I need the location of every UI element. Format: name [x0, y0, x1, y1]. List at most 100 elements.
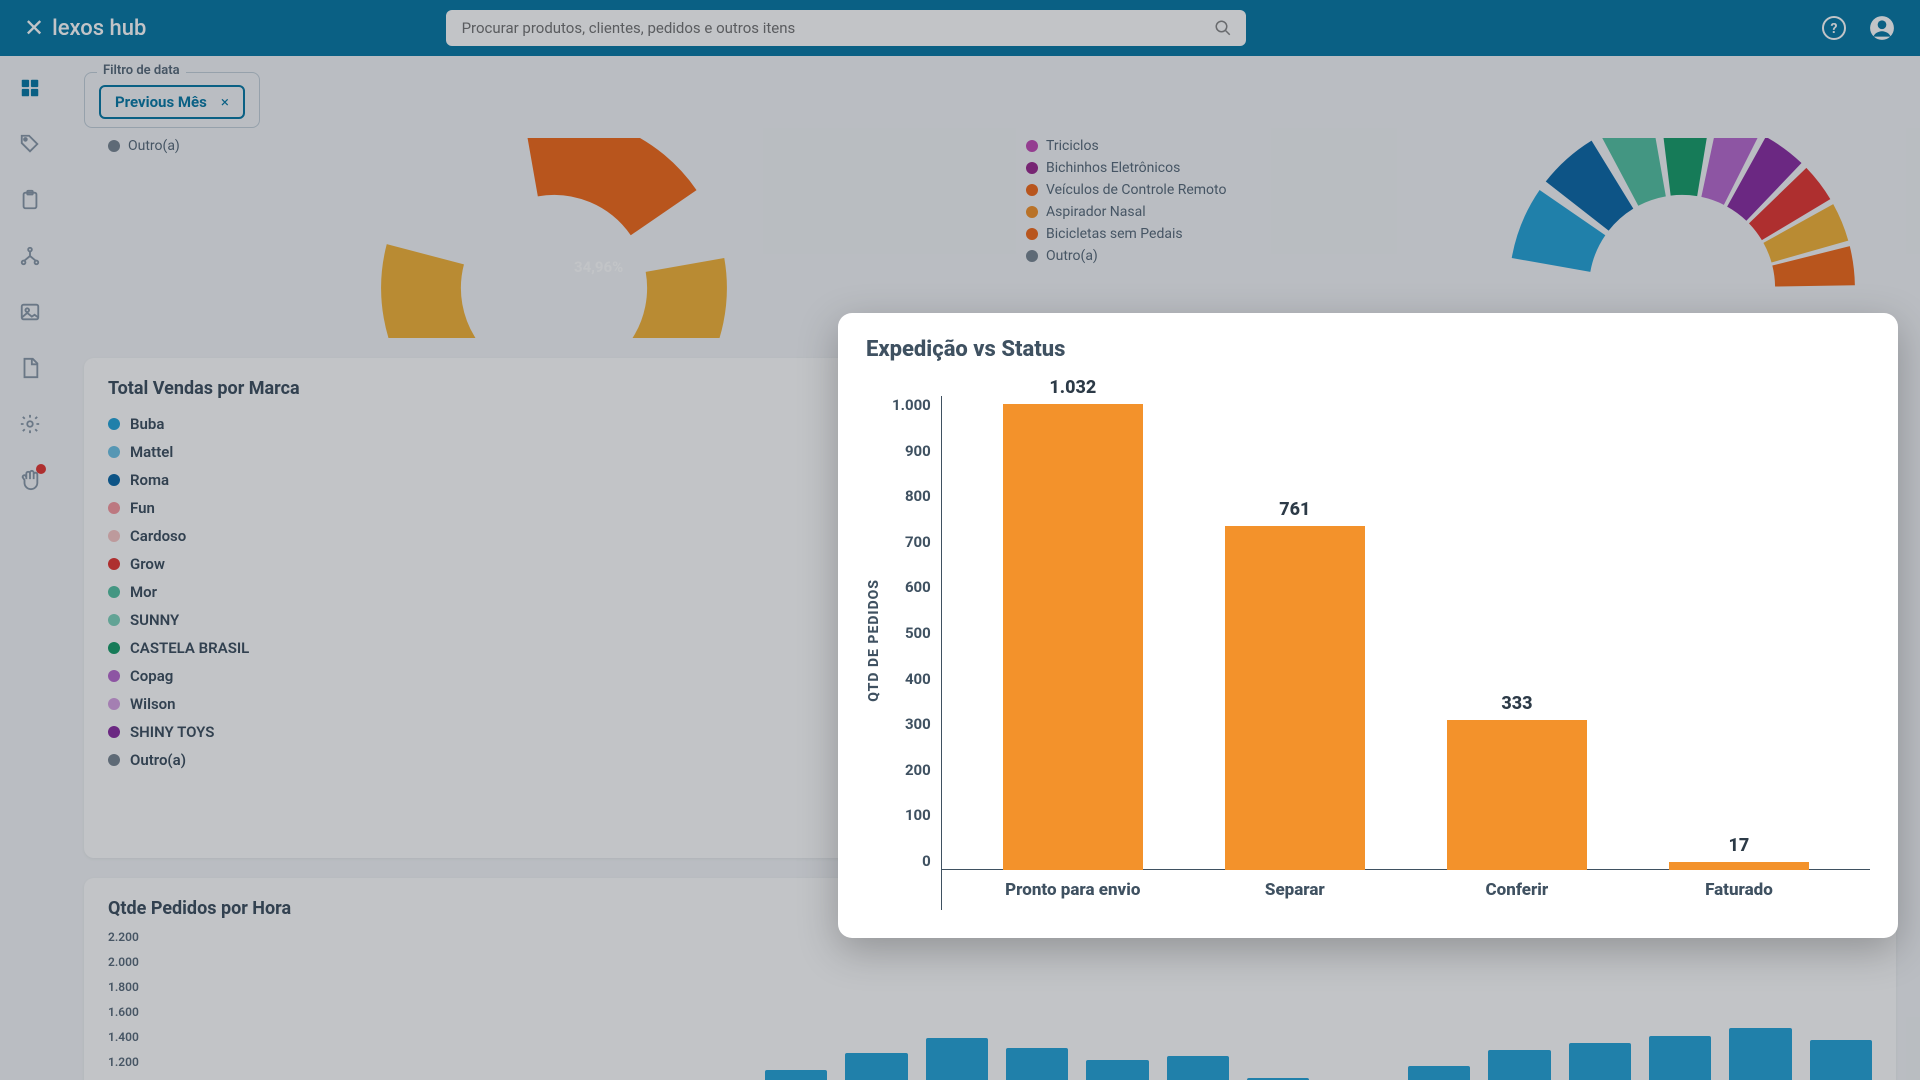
hourly-yticks: 2.2002.0001.8001.6001.4001.200 [108, 930, 139, 1069]
legend-label: Mor [130, 583, 157, 601]
legend-item: Bicicletas sem Pedais [1026, 226, 1226, 242]
bar-rect [1669, 862, 1809, 870]
ytick-label: 200 [892, 761, 931, 779]
top-left-legend: Outro(a) [108, 138, 180, 154]
half-donut-left [364, 138, 744, 338]
legend-item: Veículos de Controle Remoto [1026, 182, 1226, 198]
date-filter: Filtro de data Previous Mês × [84, 72, 260, 128]
bar-rect [1447, 720, 1587, 870]
hourly-bar [765, 1070, 827, 1080]
legend-label: SHINY TOYS [130, 723, 214, 741]
bar-value-label: 17 [1729, 835, 1750, 856]
date-filter-clear-icon[interactable]: × [221, 93, 229, 111]
search-input[interactable] [446, 10, 1246, 46]
nav-document-icon[interactable] [16, 354, 44, 382]
legend-label: Outro(a) [130, 751, 186, 769]
svg-text:?: ? [1831, 21, 1838, 37]
logo-mark-icon: ✕ [24, 14, 44, 42]
account-icon[interactable] [1868, 14, 1896, 42]
legend-dot-icon [108, 726, 120, 738]
left-nav [0, 56, 60, 1080]
legend-dot-icon [1026, 162, 1038, 174]
search-icon[interactable] [1214, 19, 1232, 37]
nav-image-icon[interactable] [16, 298, 44, 326]
xaxis-labels: Pronto para envio Separar Conferir Faturado [942, 870, 1870, 910]
bar-column: 761 [1215, 499, 1375, 870]
legend-label: Bichinhos Eletrônicos [1046, 160, 1180, 176]
legend-label: SUNNY [130, 611, 179, 629]
nav-hierarchy-icon[interactable] [16, 242, 44, 270]
hourly-bar [1167, 1056, 1229, 1080]
nav-dashboard-icon[interactable] [16, 74, 44, 102]
search-wrap [446, 10, 1246, 46]
nav-settings-icon[interactable] [16, 410, 44, 438]
ytick-label: 800 [892, 487, 931, 505]
legend-item: Outro(a) [108, 138, 180, 154]
ytick-label: 1.800 [108, 980, 139, 994]
bar-value-label: 761 [1279, 499, 1310, 520]
bar-column: 333 [1437, 693, 1597, 870]
legend-label: Triciclos [1046, 138, 1099, 154]
legend-dot-icon [108, 614, 120, 626]
legend-dot-icon [1026, 140, 1038, 152]
half-donut-right [1492, 138, 1872, 338]
xaxis-label: Pronto para envio [993, 870, 1153, 910]
bar-chart: QTD DE PEDIDOS 1.00090080070060050040030… [866, 370, 1870, 910]
ytick-label: 0 [892, 852, 931, 870]
legend-item: Triciclos [1026, 138, 1226, 154]
ytick-label: 900 [892, 442, 931, 460]
legend-label: Aspirador Nasal [1046, 204, 1146, 220]
legend-dot-icon [108, 140, 120, 152]
legend-dot-icon [108, 558, 120, 570]
ytick-label: 2.200 [108, 930, 139, 944]
help-icon[interactable]: ? [1820, 14, 1848, 42]
xaxis-label: Separar [1215, 870, 1375, 910]
ytick-label: 1.400 [108, 1030, 139, 1044]
top-right-chart: Triciclos Bichinhos Eletrônicos Veículos d… [1002, 138, 1896, 338]
nav-tag-icon[interactable] [16, 130, 44, 158]
legend-dot-icon [108, 642, 120, 654]
nav-hand-icon[interactable] [16, 466, 44, 494]
legend-dot-icon [108, 586, 120, 598]
date-filter-legend: Filtro de data [97, 63, 186, 78]
ytick-label: 2.000 [108, 955, 139, 969]
ytick-label: 400 [892, 670, 931, 688]
legend-item: Aspirador Nasal [1026, 204, 1226, 220]
hourly-bar [1408, 1066, 1470, 1080]
xaxis-label: Conferir [1437, 870, 1597, 910]
hourly-bar [1729, 1028, 1791, 1080]
ytick-label: 100 [892, 806, 931, 824]
legend-label: Mattel [130, 443, 173, 461]
hourly-bar [1810, 1040, 1872, 1080]
legend-label: Fun [130, 499, 155, 517]
legend-item: Bichinhos Eletrônicos [1026, 160, 1226, 176]
bar-column: 1.032 [993, 377, 1153, 870]
half-donut-left-pct: 34,96% [574, 258, 623, 276]
legend-dot-icon [108, 474, 120, 486]
top-left-chart: Outro(a) 34,96% [84, 138, 978, 338]
legend-dot-icon [108, 530, 120, 542]
legend-label: Outro(a) [1046, 248, 1098, 264]
date-filter-chip[interactable]: Previous Mês × [99, 85, 245, 119]
hourly-bars [604, 968, 1872, 1080]
hourly-bar [1086, 1060, 1148, 1080]
top-charts-row: Outro(a) 34,96% Triciclos Bichinhos Eletr… [84, 138, 1896, 338]
legend-label: Copag [130, 667, 173, 685]
nav-clipboard-icon[interactable] [16, 186, 44, 214]
legend-dot-icon [108, 418, 120, 430]
ytick-label: 300 [892, 715, 931, 733]
legend-label: Wilson [130, 695, 176, 713]
popup-title: Expedição vs Status [866, 337, 1870, 362]
legend-label: Buba [130, 415, 164, 433]
legend-dot-icon [108, 698, 120, 710]
bar-rect [1225, 526, 1365, 870]
xaxis-label: Faturado [1659, 870, 1819, 910]
yaxis-ticks: 1.0009008007006005004003002001000 [882, 370, 941, 910]
date-filter-value: Previous Mês [115, 93, 207, 111]
legend-dot-icon [1026, 184, 1038, 196]
legend-dot-icon [108, 446, 120, 458]
legend-label: Roma [130, 471, 169, 489]
hourly-bar [845, 1053, 907, 1080]
legend-label: Cardoso [130, 527, 186, 545]
legend-dot-icon [1026, 206, 1038, 218]
